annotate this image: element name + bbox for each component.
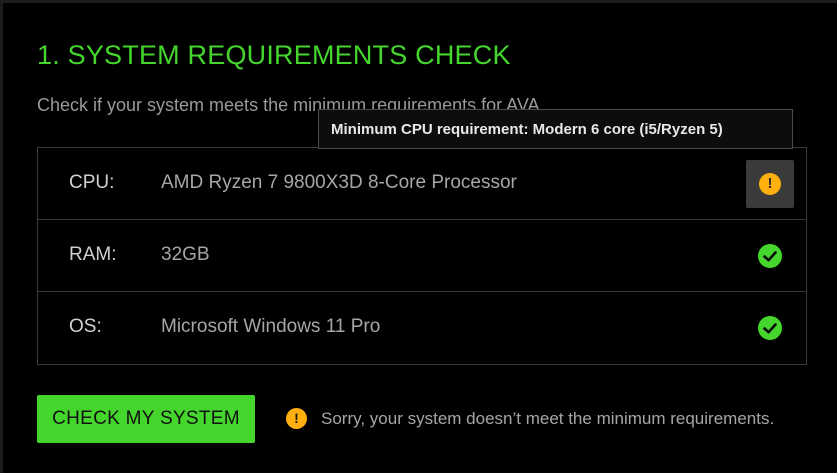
check-circle-icon — [758, 316, 782, 340]
check-my-system-button[interactable]: CHECK MY SYSTEM — [37, 395, 255, 443]
requirement-row-os: OS: Microsoft Windows 11 Pro — [38, 292, 806, 364]
cpu-requirement-tooltip: Minimum CPU requirement: Modern 6 core (… — [318, 109, 793, 149]
requirement-value: AMD Ryzen 7 9800X3D 8-Core Processor — [161, 172, 517, 193]
requirement-label: RAM: — [69, 244, 117, 265]
cpu-info-button[interactable]: ! — [746, 160, 794, 208]
requirement-value: 32GB — [161, 244, 210, 265]
requirement-row-ram: RAM: 32GB — [38, 220, 806, 292]
info-warning-icon: ! — [759, 173, 781, 195]
requirement-label: CPU: — [69, 172, 115, 193]
result-message: Sorry, your system doesn’t meet the mini… — [321, 409, 775, 428]
warning-icon: ! — [286, 408, 307, 429]
requirements-panel: 1. SYSTEM REQUIREMENTS CHECK Check if yo… — [0, 0, 837, 473]
section-title: 1. SYSTEM REQUIREMENTS CHECK — [37, 40, 511, 70]
requirements-table: CPU: AMD Ryzen 7 9800X3D 8-Core Processo… — [37, 147, 807, 365]
check-circle-icon — [758, 244, 782, 268]
requirement-row-cpu: CPU: AMD Ryzen 7 9800X3D 8-Core Processo… — [38, 148, 806, 220]
requirement-value: Microsoft Windows 11 Pro — [161, 316, 381, 337]
requirement-label: OS: — [69, 316, 102, 337]
